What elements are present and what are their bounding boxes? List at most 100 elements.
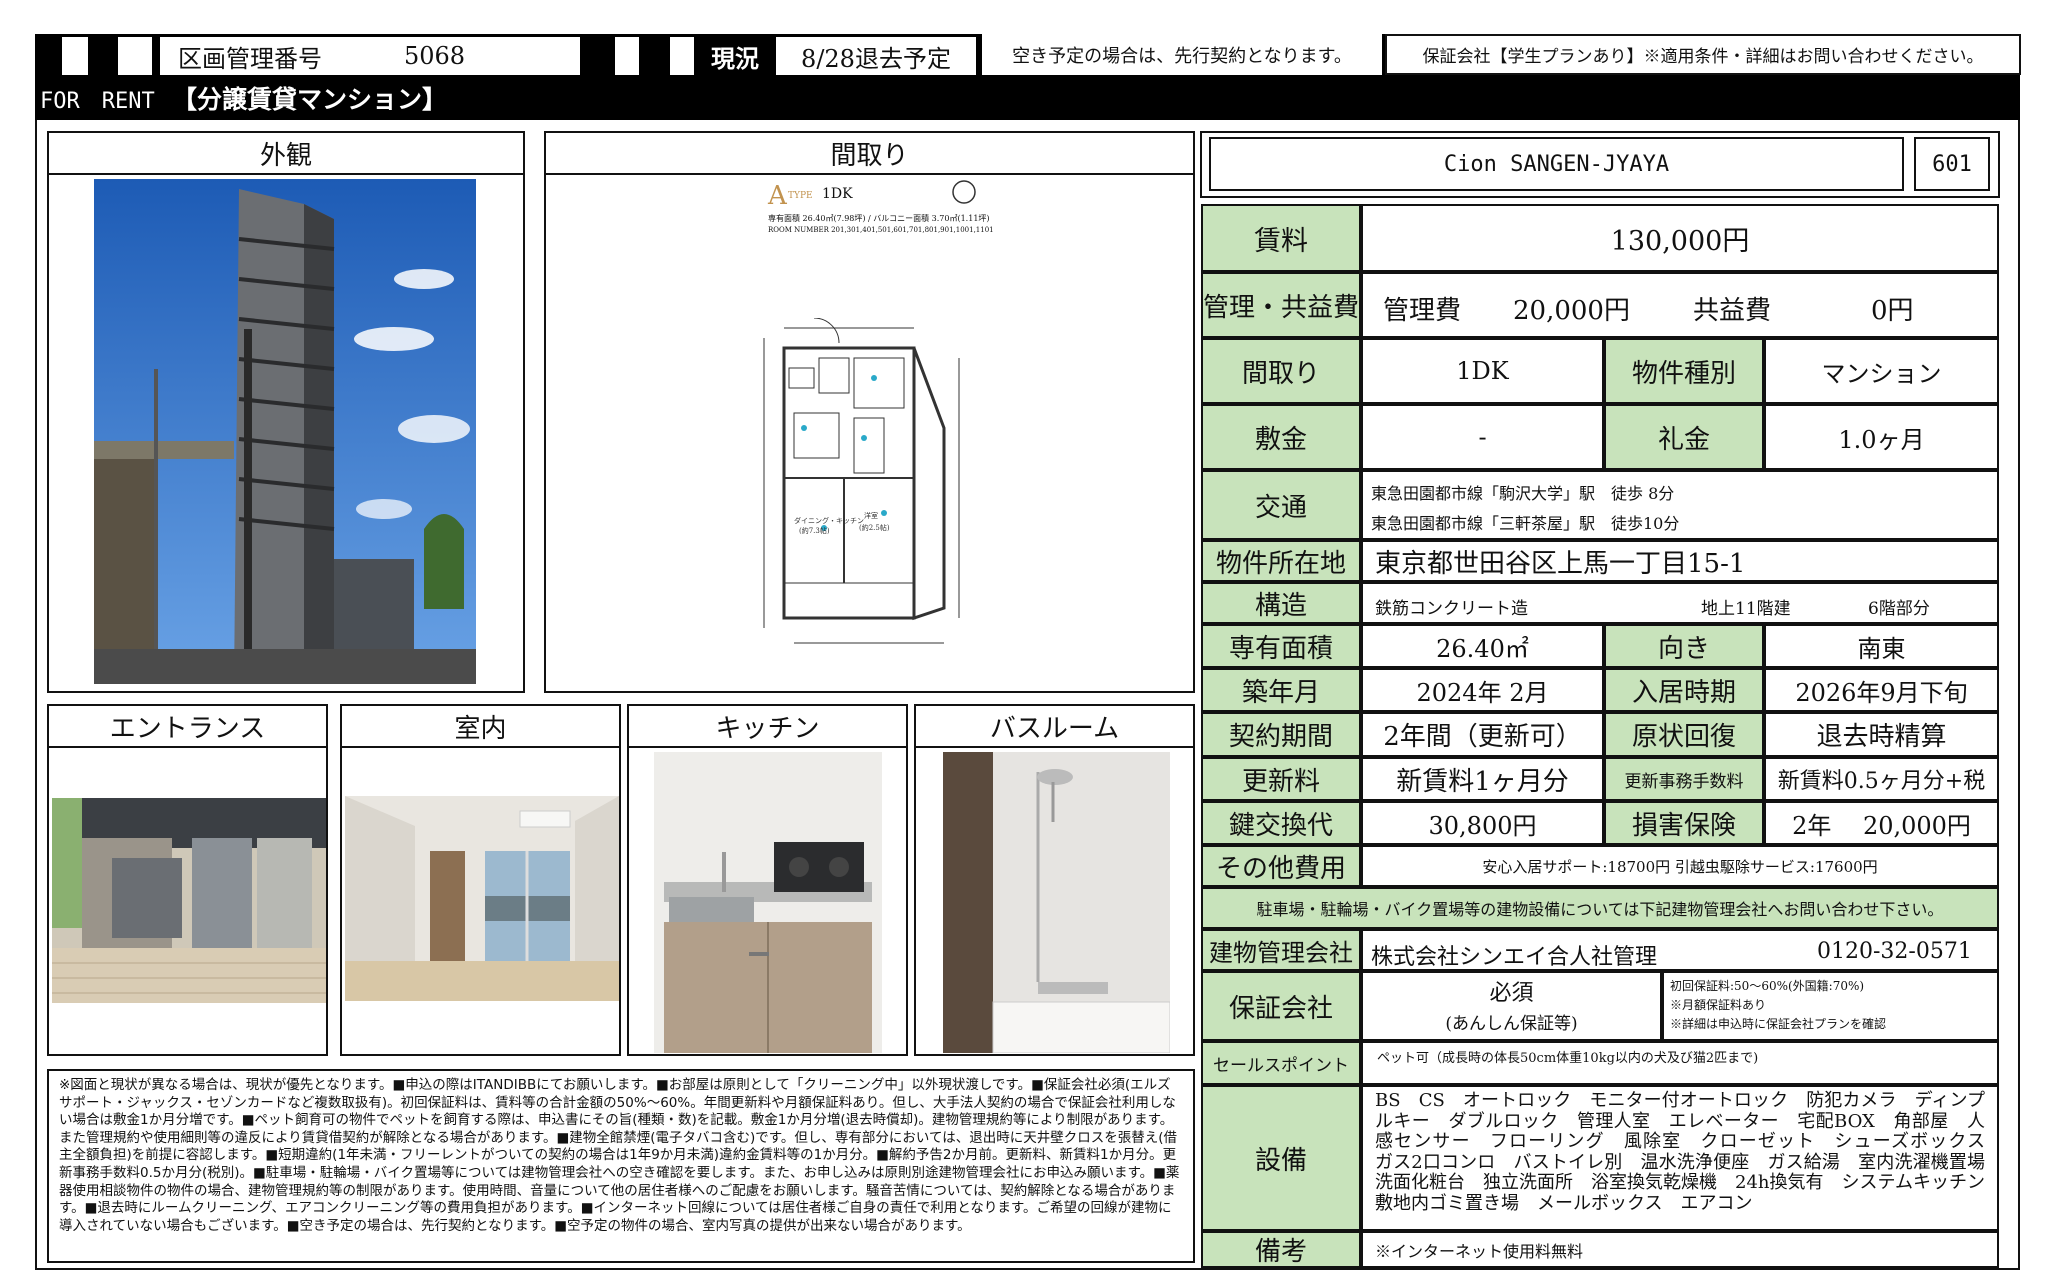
remarks-label: 備考 bbox=[1201, 1231, 1361, 1268]
building-name: Cion SANGEN-JYAYA bbox=[1209, 137, 1904, 191]
mgmt-co-phone: 0120-32-0571 bbox=[1817, 939, 1972, 964]
sales-value-cell: ペット可（成長時の体長50cm体重10kg以内の犬及び猫2匹まで) bbox=[1361, 1041, 1999, 1085]
floorplan-area-line: 専有面積 26.40㎡(7.98坪) / バルコニー面積 3.70㎡(1.11坪… bbox=[768, 214, 990, 223]
floorplan-panel: 間取り A TYPE 1DK 専有面積 26.40㎡(7.98坪) / バルコニ… bbox=[544, 131, 1195, 693]
floorplan-room-numbers: ROOM NUMBER 201,301,401,501,601,701,801,… bbox=[768, 226, 994, 234]
term-label: 契約期間 bbox=[1201, 712, 1361, 757]
sales-label: セールスポイント bbox=[1201, 1041, 1361, 1085]
property-type-title: 【分譲賃貸マンション】 bbox=[172, 85, 448, 114]
floorplan-type-word: TYPE bbox=[788, 191, 813, 201]
structure-value-cell: 鉄筋コンクリート造 地上11階建 6階部分 bbox=[1361, 582, 1999, 624]
access-value-cell: 東急田園都市線「駒沢大学」駅 徒歩 8分 東急田園都市線「三軒茶屋」駅 徒歩10… bbox=[1361, 470, 1999, 540]
guarantor-detail-2: ※月額保証料あり bbox=[1670, 998, 1767, 1012]
floorplan-room-label: 洋室 bbox=[864, 511, 878, 520]
equip-value-cell: BS CS オートロック モニター付オートロック 防犯カメラ ディンプルキー ダ… bbox=[1361, 1085, 2003, 1231]
facing-label: 向き bbox=[1604, 624, 1764, 668]
mgmt-co-value: 株式会社シンエイ合人社管理 bbox=[1371, 945, 1658, 970]
floorplan-caption: 間取り bbox=[546, 133, 1193, 175]
mgmt-number: 5068 bbox=[404, 42, 466, 70]
equip-value: BS CS オートロック モニター付オートロック 防犯カメラ ディンプルキー ダ… bbox=[1375, 1090, 2003, 1214]
structure-label: 構造 bbox=[1201, 582, 1361, 624]
common-fee-label: 共益費 bbox=[1693, 296, 1772, 326]
vacancy-note: 空き予定の場合は、先行契約となります。 bbox=[982, 34, 1382, 75]
rent-label: 賃料 bbox=[1201, 204, 1361, 272]
insurance-value: 2年 20,000円 bbox=[1764, 801, 1999, 845]
insurance-label: 損害保険 bbox=[1604, 801, 1764, 845]
area-label: 専有面積 bbox=[1201, 624, 1361, 668]
floorplan-room-size: (約2.5帖) bbox=[859, 523, 890, 532]
keymoney-label: 礼金 bbox=[1604, 404, 1764, 470]
key-value: 30,800円 bbox=[1361, 801, 1604, 845]
kitchen-caption: キッチン bbox=[629, 706, 906, 748]
kitchen-panel: キッチン bbox=[627, 704, 908, 1056]
notes-box: ※図面と現状が異なる場合は、現状が優先となります。■申込の際はITANDIBBに… bbox=[47, 1069, 1195, 1263]
status-label: 現況 bbox=[711, 43, 759, 73]
header-white-square-1 bbox=[62, 37, 88, 75]
exterior-photo bbox=[94, 179, 476, 684]
header-white-square-2 bbox=[118, 37, 152, 75]
entrance-panel: エントランス bbox=[47, 704, 328, 1056]
floorplan-type-letter: A bbox=[768, 181, 787, 211]
mgmt-label: 区画管理番号 bbox=[178, 44, 322, 73]
layout-value: 1DK bbox=[1361, 338, 1604, 404]
mgmt-fee-value: 20,000円 bbox=[1513, 296, 1630, 326]
structure-value: 鉄筋コンクリート造 bbox=[1375, 599, 1528, 619]
kind-label: 物件種別 bbox=[1604, 338, 1764, 404]
bathroom-caption: バスルーム bbox=[916, 706, 1193, 748]
keymoney-value: 1.0ヶ月 bbox=[1764, 404, 1999, 470]
movein-label: 入居時期 bbox=[1604, 668, 1764, 712]
deposit-label: 敷金 bbox=[1201, 404, 1361, 470]
status-value: 8/28退去予定 bbox=[776, 37, 976, 75]
common-fee-value: 0円 bbox=[1871, 296, 1914, 326]
key-label: 鍵交換代 bbox=[1201, 801, 1361, 845]
guarantor-detail-1: 初回保証料:50～60%(外国籍:70%) bbox=[1670, 979, 1865, 993]
restore-value: 退去時精算 bbox=[1764, 712, 1999, 757]
floorplan-compass-icon bbox=[951, 179, 977, 205]
rent-value: 130,000円 bbox=[1361, 204, 1999, 272]
restore-label: 原状回復 bbox=[1604, 712, 1764, 757]
guarantor-plan-note: 保証会社【学生プランあり】※適用条件・詳細はお問い合わせください。 bbox=[1385, 34, 2021, 75]
mgmt-co-label: 建物管理会社 bbox=[1201, 929, 1361, 971]
for-rent-label: FOR RENT bbox=[40, 89, 155, 114]
term-value: 2年間（更新可） bbox=[1361, 712, 1604, 757]
mgmt-number-box: 区画管理番号 5068 bbox=[160, 37, 580, 75]
mgmt-co-value-cell: 株式会社シンエイ合人社管理 0120-32-0571 bbox=[1361, 929, 1999, 971]
guarantor-detail-cell: 初回保証料:50～60%(外国籍:70%) ※月額保証料あり ※詳細は申込時に保… bbox=[1662, 971, 1999, 1041]
access-label: 交通 bbox=[1201, 470, 1361, 540]
exterior-panel: 外観 bbox=[47, 131, 525, 693]
interior-panel: 室内 bbox=[340, 704, 621, 1056]
guarantor-required: 必須 bbox=[1489, 981, 1534, 1006]
sales-value: ペット可（成長時の体長50cm体重10kg以内の犬及び猫2匹まで) bbox=[1377, 1051, 1759, 1066]
interior-photo bbox=[345, 796, 619, 1001]
property-details-table: 賃料 130,000円 管理・共益費 管理費 20,000円 共益費 0円 間取… bbox=[1201, 204, 2003, 1269]
other-value: 安心入居サポート:18700円 引越虫駆除サービス:17600円 bbox=[1361, 845, 1999, 887]
renew-value: 新賃料1ヶ月分 bbox=[1361, 757, 1604, 801]
fees-value-cell: 管理費 20,000円 共益費 0円 bbox=[1361, 272, 1999, 338]
floorplan-layout: 1DK bbox=[822, 186, 853, 202]
room-number: 601 bbox=[1914, 137, 1990, 191]
access-line-1: 東急田園都市線「駒沢大学」駅 徒歩 8分 bbox=[1371, 484, 1675, 503]
renewfee-value: 新賃料0.5ヶ月分+税 bbox=[1764, 757, 1999, 801]
other-label: その他費用 bbox=[1201, 845, 1361, 887]
parking-note: 駐車場・駐輪場・バイク置場等の建物設備については下記建物管理会社へお問い合わせ下… bbox=[1201, 887, 1999, 929]
guarantor-label: 保証会社 bbox=[1201, 971, 1361, 1041]
renew-label: 更新料 bbox=[1201, 757, 1361, 801]
movein-value: 2026年9月下旬 bbox=[1764, 668, 1999, 712]
floorplan-dk-size: (約7.3帖) bbox=[799, 526, 830, 535]
floors-value: 地上11階建 bbox=[1701, 599, 1791, 619]
floorplan-drawing: ダイニング・キッチン (約7.3帖) 洋室 (約2.5帖) bbox=[754, 318, 974, 663]
facing-value: 南東 bbox=[1764, 624, 1999, 668]
equip-label: 設備 bbox=[1201, 1085, 1361, 1231]
exterior-caption: 外観 bbox=[49, 133, 523, 175]
entrance-photo bbox=[52, 798, 326, 1003]
guarantor-example: (あんしん保証等) bbox=[1445, 1013, 1578, 1034]
entrance-caption: エントランス bbox=[49, 706, 326, 748]
access-line-2: 東急田園都市線「三軒茶屋」駅 徒歩10分 bbox=[1371, 514, 1680, 533]
renewfee-label: 更新事務手数料 bbox=[1604, 757, 1764, 801]
address-value: 東京都世田谷区上馬一丁目15-1 bbox=[1361, 540, 1999, 582]
built-label: 築年月 bbox=[1201, 668, 1361, 712]
fees-label: 管理・共益費 bbox=[1201, 272, 1361, 338]
kitchen-photo bbox=[654, 752, 882, 1053]
mgmt-fee-label: 管理費 bbox=[1383, 296, 1462, 326]
area-value: 26.40㎡ bbox=[1361, 624, 1604, 668]
